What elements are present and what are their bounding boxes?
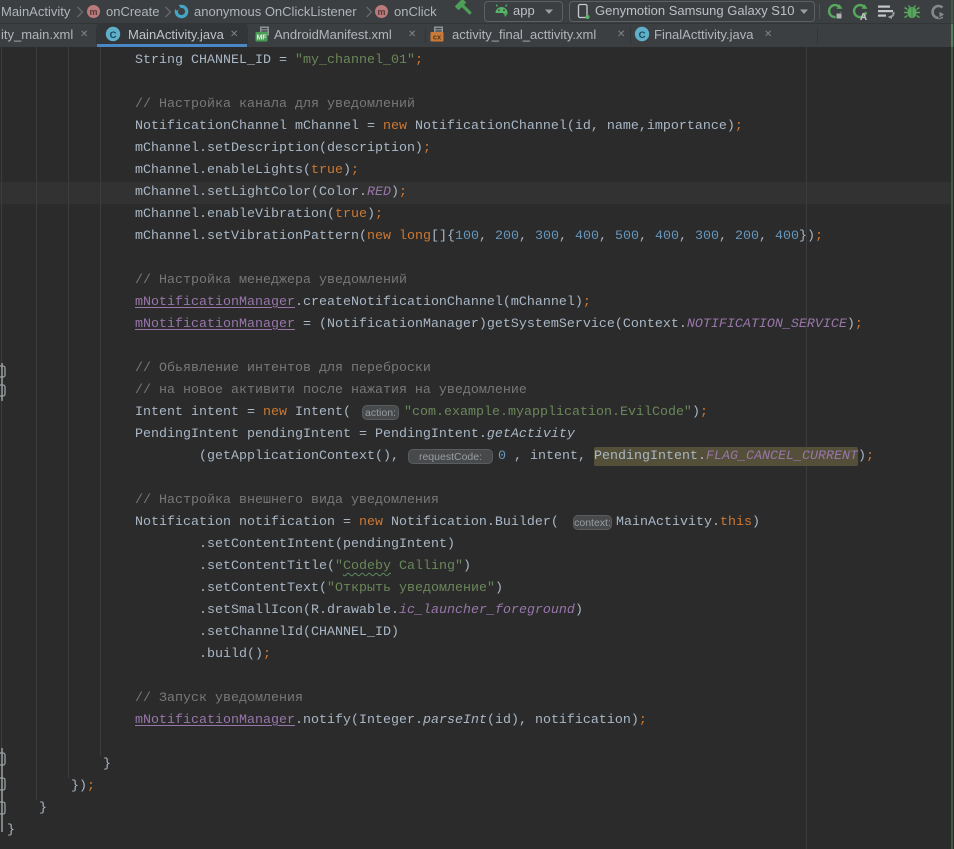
svg-text:m: m xyxy=(377,7,385,17)
svg-text:MF: MF xyxy=(256,34,267,41)
svg-text:m: m xyxy=(89,7,97,17)
svg-text:C: C xyxy=(639,30,646,41)
svg-text:C: C xyxy=(110,30,117,41)
svg-text:A: A xyxy=(860,12,867,21)
svg-text:cx: cx xyxy=(433,33,442,42)
